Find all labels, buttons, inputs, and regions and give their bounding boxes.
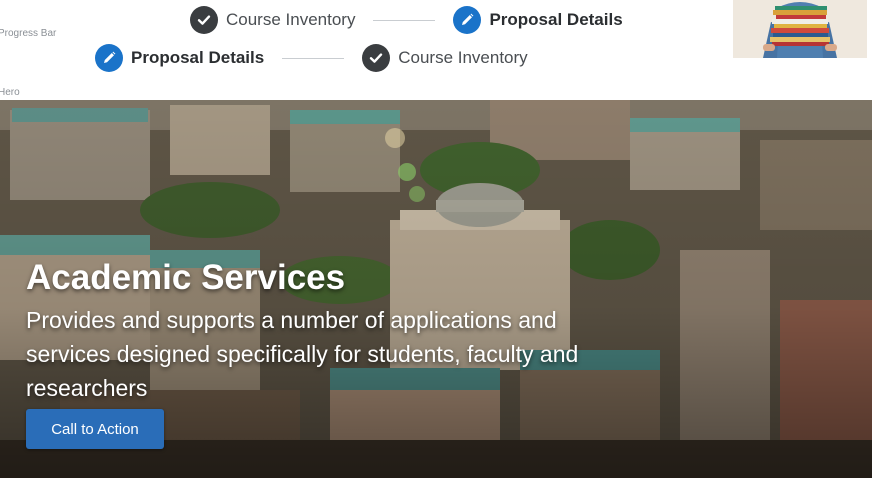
step-course-inventory[interactable]: Course Inventory xyxy=(362,44,528,72)
step-proposal-details[interactable]: Proposal Details xyxy=(95,44,264,72)
hero-title: Academic Services xyxy=(26,258,346,297)
pencil-icon xyxy=(95,44,123,72)
hero-banner: Academic Services Provides and supports … xyxy=(0,100,872,478)
step-label: Proposal Details xyxy=(131,48,265,67)
step-connector xyxy=(282,57,345,59)
step-label: Course Inventory xyxy=(398,48,528,67)
section-label-progress-bar: Progress Bar xyxy=(0,28,57,39)
check-icon xyxy=(362,44,391,72)
pencil-icon xyxy=(453,6,482,34)
section-label-hero: Hero xyxy=(0,87,20,98)
progress-stepper-1: Course Inventory Proposal Details xyxy=(190,5,623,35)
progress-stepper-2: Proposal Details Course Inventory xyxy=(95,43,528,73)
step-connector xyxy=(373,19,436,21)
page: Progress Bar Hero Course Inventory Propo… xyxy=(0,0,872,478)
books-photo xyxy=(733,0,867,58)
check-icon xyxy=(190,6,218,34)
step-label: Proposal Details xyxy=(489,10,623,29)
step-proposal-details[interactable]: Proposal Details xyxy=(453,6,623,34)
step-label: Course Inventory xyxy=(226,10,356,29)
step-course-inventory[interactable]: Course Inventory xyxy=(190,6,355,34)
progress-bar-section: Progress Bar Hero Course Inventory Propo… xyxy=(0,0,872,100)
call-to-action-button[interactable]: Call to Action xyxy=(26,409,164,449)
hero-description: Provides and supports a number of applic… xyxy=(26,307,579,401)
